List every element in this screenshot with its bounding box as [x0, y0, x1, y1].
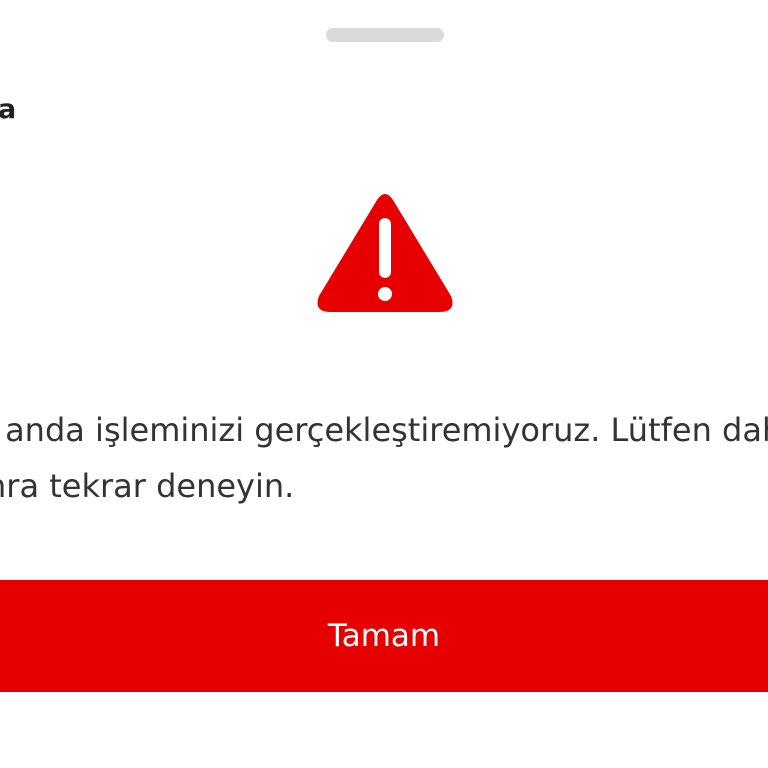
error-message-line-2: nra tekrar deneyin. — [0, 467, 295, 505]
error-message-line-1: ı anda işleminizi gerçekleştiremiyoruz. … — [0, 411, 768, 449]
bottom-sheet: a ı anda işleminizi gerçekleştiremiyoruz… — [0, 0, 768, 768]
warning-triangle-icon — [315, 190, 455, 316]
sheet-title: a — [0, 94, 17, 125]
error-message: ı anda işleminizi gerçekleştiremiyoruz. … — [0, 402, 768, 514]
ok-button[interactable]: Tamam — [0, 580, 768, 692]
drag-handle[interactable] — [326, 28, 444, 42]
